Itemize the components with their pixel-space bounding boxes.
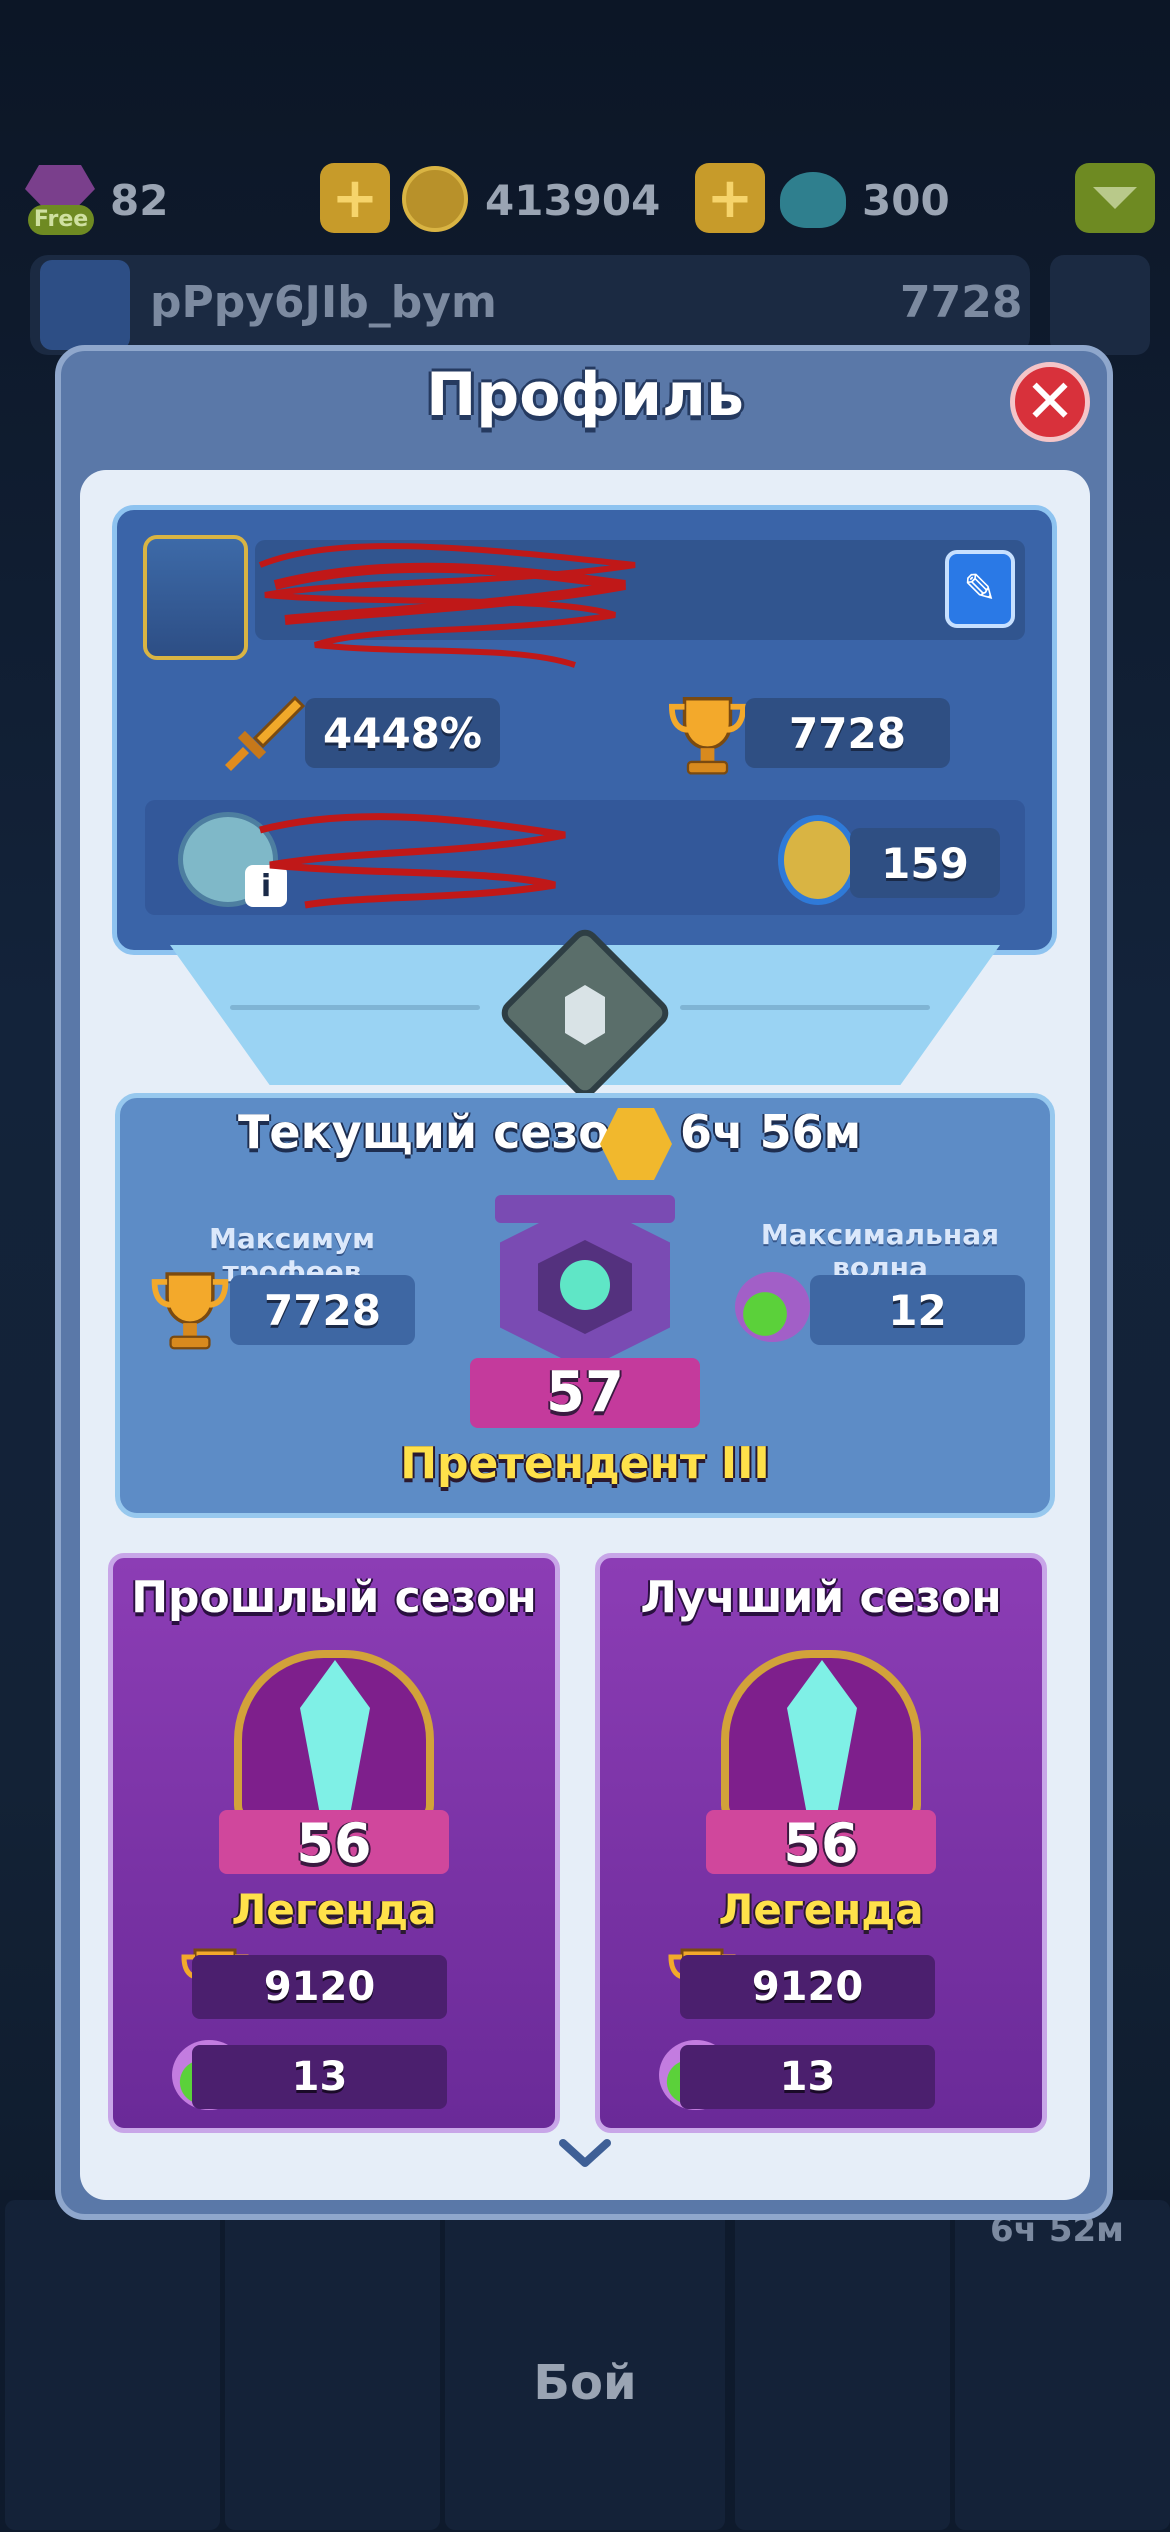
current-season-label: Текущий сезон: bbox=[238, 1105, 661, 1159]
trophy-icon bbox=[669, 697, 746, 775]
current-rank-level: 57 bbox=[546, 1360, 624, 1425]
coins-count: 413904 bbox=[485, 175, 661, 225]
best-season-trophies: 9120 bbox=[680, 1955, 935, 2019]
nav-battle-label: Бой bbox=[533, 2355, 637, 2411]
nav-shop[interactable] bbox=[5, 2200, 220, 2530]
close-button[interactable]: ✕ bbox=[1010, 362, 1090, 442]
past-season-trophies: 9120 bbox=[192, 1955, 447, 2019]
past-season-wave: 13 bbox=[192, 2045, 447, 2109]
add-slime-button[interactable]: + bbox=[695, 163, 765, 233]
best-season-rank-level: 56 bbox=[783, 1812, 859, 1875]
divider-left bbox=[230, 1005, 480, 1010]
redacted-name-scribble bbox=[258, 543, 636, 668]
redacted-clan-scribble bbox=[259, 813, 566, 909]
current-rank-name: Претендент III bbox=[400, 1438, 770, 1489]
add-coins-button[interactable]: + bbox=[320, 163, 390, 233]
coin-icon bbox=[402, 166, 468, 232]
divider-right bbox=[680, 1005, 930, 1010]
sword-icon bbox=[225, 695, 305, 771]
chevron-down-icon[interactable] bbox=[555, 2133, 615, 2173]
player-avatar[interactable] bbox=[143, 535, 248, 660]
bg-avatar bbox=[40, 260, 130, 350]
free-badge: Free bbox=[28, 205, 94, 235]
max-trophies-icon bbox=[151, 1272, 229, 1350]
edit-name-button[interactable]: ✎ bbox=[945, 550, 1015, 628]
bg-trophy-count: 7728 bbox=[900, 277, 1023, 328]
bg-player-name: pPpy6JIb_bym bbox=[150, 277, 497, 328]
past-season-rank-level: 56 bbox=[296, 1812, 372, 1875]
slime-count: 300 bbox=[862, 175, 950, 225]
max-wave-value: 12 bbox=[810, 1275, 1025, 1345]
best-season-rank-name: Легенда bbox=[718, 1885, 924, 1934]
slime-icon bbox=[780, 172, 846, 228]
damage-bonus-value: 4448% bbox=[305, 698, 500, 768]
best-season-title: Лучший сезон bbox=[640, 1572, 1002, 1623]
trophy-count: 7728 bbox=[745, 698, 950, 768]
past-season-title: Прошлый сезон bbox=[131, 1572, 537, 1623]
modal-title: Профиль bbox=[426, 360, 744, 430]
menu-button[interactable] bbox=[1050, 255, 1150, 355]
background-profile-bar[interactable]: pPpy6JIb_bym 7728 bbox=[30, 255, 1030, 355]
medal-count: 159 bbox=[850, 828, 1000, 898]
nav-clan[interactable] bbox=[735, 2200, 950, 2530]
emblem-blade bbox=[565, 985, 605, 1045]
nav-cards[interactable] bbox=[225, 2200, 440, 2530]
medal-icon bbox=[778, 815, 858, 905]
dropdown-button[interactable] bbox=[1075, 163, 1155, 233]
rank-emblem-gem bbox=[560, 1260, 610, 1310]
current-season-timer: 6ч 56м bbox=[680, 1105, 862, 1159]
best-season-wave: 13 bbox=[680, 2045, 935, 2109]
slime-wave-icon bbox=[735, 1272, 810, 1342]
past-season-rank-name: Легенда bbox=[231, 1885, 437, 1934]
max-trophies-value: 7728 bbox=[230, 1275, 415, 1345]
gems-count: 82 bbox=[110, 175, 169, 225]
